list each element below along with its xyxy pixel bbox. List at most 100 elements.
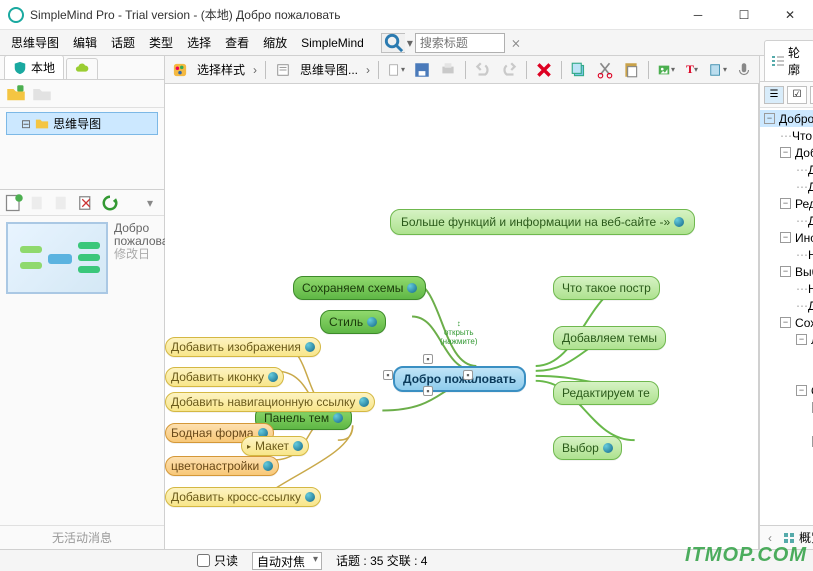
tree-root-item[interactable]: ⊟ 思维导图 [6, 112, 158, 135]
node-colors[interactable]: цветонастройки [165, 456, 279, 476]
map-thumbnail[interactable] [6, 222, 108, 294]
node-what[interactable]: Что такое постр [553, 276, 660, 300]
folder-tree[interactable]: ⊟ 思维导图 [0, 108, 164, 190]
refresh-button[interactable] [100, 193, 120, 213]
node-add-themes[interactable]: Добавляем темы [553, 326, 666, 350]
tab-overview[interactable]: 概览 [776, 527, 813, 548]
menu-select[interactable]: 选择 [180, 31, 218, 54]
expand-toggle[interactable]: − [796, 385, 807, 396]
delete-button[interactable] [533, 59, 555, 81]
node-addcross[interactable]: Добавить кросс-ссылку [165, 487, 321, 507]
menu-type[interactable]: 类型 [142, 31, 180, 54]
outline-row[interactable]: ⋯Долгое нажатие на [760, 297, 813, 314]
node-select[interactable]: Выбор [553, 436, 622, 460]
new-folder-button[interactable] [6, 84, 26, 104]
node-style[interactable]: Стиль [320, 310, 386, 334]
outline-row[interactable]: ⋯Делайте резерв [760, 365, 813, 382]
node-addicon[interactable]: Добавить иконку [165, 367, 284, 387]
outline-row[interactable]: ⋯Добавить связанну [760, 178, 813, 195]
outline-row[interactable]: ⋯Двойное касание р [760, 212, 813, 229]
node-save[interactable]: Сохраняем схемы [293, 276, 426, 300]
outline-row[interactable]: −Инструмент перен [760, 229, 813, 246]
sidebar-tab-local[interactable]: 本地 [4, 55, 64, 79]
outline-row[interactable]: ⋯Настройте пере [760, 246, 813, 263]
sidebar-tab-cloud[interactable] [66, 58, 98, 79]
delete-map-button[interactable] [76, 193, 96, 213]
outline-row[interactable]: ⋯Автосинхр. н [760, 416, 813, 433]
menu-topic[interactable]: 话题 [104, 31, 142, 54]
outline-row[interactable]: −Сохраняем схемы [760, 314, 813, 331]
outline-row[interactable]: −Облака [760, 382, 813, 399]
expand-toggle[interactable]: − [764, 113, 775, 124]
undo-button[interactable] [472, 59, 494, 81]
expand-toggle[interactable]: − [780, 266, 791, 277]
expand-toggle[interactable]: − [780, 147, 791, 158]
image-button[interactable]: ▾ [655, 59, 677, 81]
close-button[interactable]: ✕ [767, 0, 813, 30]
outline-row[interactable]: −Выбор [760, 263, 813, 280]
import-map-button[interactable] [52, 193, 72, 213]
node-edit[interactable]: Редактируем те [553, 381, 659, 405]
node-addimg[interactable]: Добавить изображения [165, 337, 321, 357]
expand-toggle[interactable]: − [796, 334, 807, 345]
paste-button[interactable] [620, 59, 642, 81]
folder-settings-button[interactable] [32, 84, 52, 104]
copy-button[interactable] [568, 59, 590, 81]
search-input[interactable] [415, 33, 505, 53]
outline-row[interactable]: −Локально [760, 331, 813, 348]
outline-row[interactable]: −Редактируем текст [760, 195, 813, 212]
outline-row[interactable]: ⋯Что такое построение [760, 127, 813, 144]
print-button[interactable] [437, 59, 459, 81]
save-button[interactable] [411, 59, 433, 81]
menu-mindmap[interactable]: 思维导图 [4, 31, 66, 54]
menu-zoom[interactable]: 缩放 [256, 31, 294, 54]
style-picker-button[interactable] [169, 59, 191, 81]
style-label[interactable]: 选择样式 [195, 61, 247, 78]
new-map-button[interactable] [4, 193, 24, 213]
expand-toggle[interactable]: − [780, 198, 791, 209]
expand-toggle[interactable]: − [780, 317, 791, 328]
thumb-more-button[interactable]: ▾ [140, 193, 160, 213]
map-list-button[interactable] [272, 59, 294, 81]
outline-view-button[interactable]: ☰ [764, 86, 784, 104]
handle-bottom[interactable]: ▪ [423, 386, 433, 396]
search-clear-icon[interactable]: ⨯ [505, 32, 527, 54]
voice-button[interactable] [733, 59, 755, 81]
readonly-checkbox[interactable]: 只读 [197, 552, 238, 569]
node-banner[interactable]: Больше функций и информации на веб-сайте… [390, 209, 695, 235]
outline-tree[interactable]: −Добро пожаловать⋯Что такое построение−Д… [760, 108, 813, 525]
autofocus-select[interactable]: 自动对焦 [252, 552, 322, 570]
menu-edit[interactable]: 编辑 [66, 31, 104, 54]
handle-right[interactable]: ▪ [463, 370, 473, 380]
menu-view[interactable]: 查看 [218, 31, 256, 54]
outline-row[interactable]: −Google Drive [760, 433, 813, 450]
outline-check-button[interactable]: ☑ [787, 86, 807, 104]
link-button[interactable]: ▾ [707, 59, 729, 81]
outline-row[interactable]: −Добро пожаловать [760, 110, 813, 127]
node-layout[interactable]: ▸ Макет [241, 436, 309, 456]
outline-row[interactable]: −Dropbox [760, 399, 813, 416]
outline-row[interactable]: ⋯В облаке хра [760, 450, 813, 467]
tab-outline[interactable]: 轮廓 [764, 40, 813, 81]
outline-row[interactable]: −Добавляем темы [760, 144, 813, 161]
cut-button[interactable] [594, 59, 616, 81]
node-center[interactable]: Добро пожаловать [393, 366, 526, 392]
maximize-button[interactable]: ☐ [721, 0, 767, 30]
handle-top[interactable]: ▪ [423, 354, 433, 364]
minimize-button[interactable]: ─ [675, 0, 721, 30]
menu-simplemind[interactable]: SimpleMind [294, 33, 371, 53]
redo-button[interactable] [498, 59, 520, 81]
handle-left[interactable]: ▪ [383, 370, 393, 380]
map-label[interactable]: 思维导图... [298, 61, 360, 78]
expand-toggle[interactable]: − [780, 232, 791, 243]
node-addnav[interactable]: Добавить навигационную ссылку [165, 392, 375, 412]
new-button[interactable]: ▾ [385, 59, 407, 81]
search-icon[interactable] [381, 33, 405, 53]
outline-row[interactable]: ⋯Добавить дочернюю [760, 161, 813, 178]
outline-row[interactable]: ⋯Сохранено толь [760, 348, 813, 365]
mindmap-canvas[interactable]: Больше функций и информации на веб-сайте… [165, 84, 759, 549]
text-color-button[interactable]: T▾ [681, 59, 703, 81]
chevron-left-icon[interactable]: ‹ [764, 531, 776, 545]
outline-row[interactable]: ⋯Нажмите для выбо [760, 280, 813, 297]
copy-map-button[interactable] [28, 193, 48, 213]
